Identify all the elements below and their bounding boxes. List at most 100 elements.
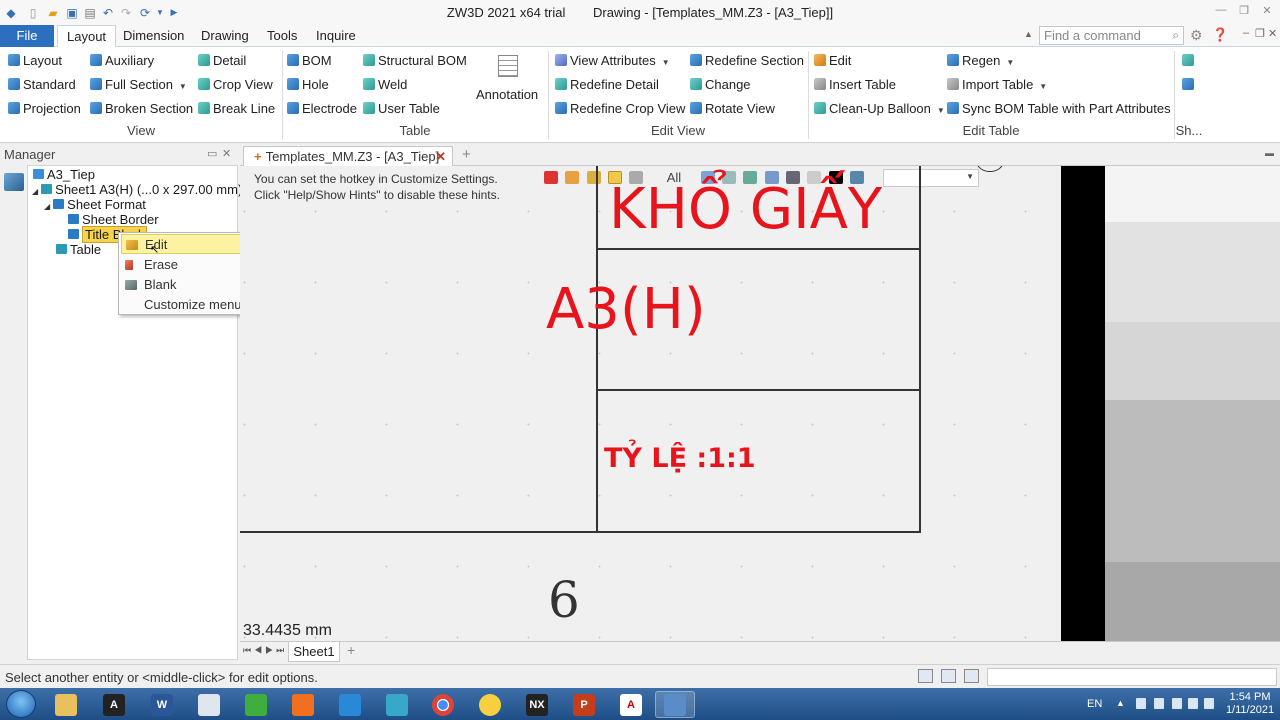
change-button[interactable]: Change <box>690 75 751 95</box>
minimize-icon[interactable]: — <box>1213 4 1229 20</box>
edit-table-button[interactable]: Edit <box>814 51 851 71</box>
redefine-detail-button[interactable]: Redefine Detail <box>555 75 659 95</box>
chevron-down-icon[interactable]: ▼ <box>179 82 187 91</box>
tray-app-icon[interactable] <box>1136 698 1146 709</box>
regen-button[interactable]: Regen ▼ <box>947 51 1014 71</box>
tree-node-table[interactable]: Table <box>56 242 101 257</box>
full-section-button[interactable]: Full Section ▼ <box>90 75 187 95</box>
taskbar-word[interactable]: W <box>142 691 182 718</box>
taskbar-orange-app[interactable] <box>283 691 323 718</box>
detail-button[interactable]: Detail <box>198 51 246 71</box>
close-panel-icon[interactable]: ✕ <box>222 147 231 160</box>
auxiliary-button[interactable]: Auxiliary <box>90 51 154 71</box>
context-menu-blank[interactable]: Blank <box>121 275 257 295</box>
expand-triangle-icon[interactable]: ◢ <box>44 202 50 211</box>
exit-icon[interactable] <box>544 171 558 184</box>
history-manager-icon[interactable] <box>4 173 24 191</box>
context-menu-erase[interactable]: Erase <box>121 255 257 275</box>
bom-button[interactable]: BOM <box>287 51 332 71</box>
tab-dimension[interactable]: Dimension <box>114 25 193 47</box>
sheet-tab-sheet1[interactable]: Sheet1 <box>288 642 340 662</box>
import-table-button[interactable]: Import Table ▼ <box>947 75 1047 95</box>
ribbon-minimize-icon[interactable]: – <box>1243 27 1249 39</box>
user-table-button[interactable]: User Table <box>363 99 440 119</box>
annotation-icon[interactable] <box>498 55 518 77</box>
taskbar-nx[interactable]: NX <box>517 691 557 718</box>
volume-icon[interactable] <box>1204 698 1214 709</box>
insert-table-button[interactable]: Insert Table <box>814 75 896 95</box>
tree-node-sheet-format[interactable]: ◢ Sheet Format <box>44 197 146 212</box>
ribbon-close-icon[interactable]: ✕ <box>1268 27 1277 40</box>
battery-icon[interactable] <box>1172 698 1182 709</box>
tree-node-a3-tiep[interactable]: A3_Tiep <box>33 167 95 182</box>
taskbar-teal-app[interactable] <box>377 691 417 718</box>
redefine-section-button[interactable]: Redefine Section <box>690 51 804 71</box>
brush-icon[interactable] <box>586 171 601 184</box>
search-icon[interactable]: ⌕ <box>1172 28 1179 43</box>
tray-app-icon[interactable] <box>1154 698 1164 709</box>
help-icon[interactable]: ❓ <box>1212 27 1228 43</box>
sheet-tool-2-button[interactable] <box>1182 75 1197 95</box>
tab-tools[interactable]: Tools <box>258 25 306 47</box>
electrode-button[interactable]: Electrode <box>287 99 357 119</box>
taskbar-autodesk[interactable]: A <box>94 691 134 718</box>
expand-triangle-icon[interactable]: ◢ <box>32 187 38 196</box>
document-tab[interactable]: + Templates_MM.Z3 - [A3_Tiep] ✕ <box>243 146 453 167</box>
tab-file[interactable]: File <box>0 25 54 47</box>
layout-button[interactable]: Layout <box>8 51 62 71</box>
chevron-down-icon[interactable]: ▼ <box>662 58 670 67</box>
taskbar-acrobat[interactable]: A <box>611 691 651 718</box>
taskbar-yellow-app[interactable] <box>470 691 510 718</box>
clean-up-balloon-button[interactable]: Clean-Up Balloon ▼ <box>814 99 945 119</box>
annotation-button[interactable]: Annotation <box>476 85 538 105</box>
command-search-input[interactable]: Find a command ⌕ <box>1039 26 1184 45</box>
tab-drawing[interactable]: Drawing <box>192 25 258 47</box>
tab-list-icon[interactable]: ▬ <box>1265 148 1274 158</box>
close-tab-icon[interactable]: ✕ <box>435 147 446 166</box>
taskbar-zw-app[interactable] <box>189 691 229 718</box>
ribbon-restore-icon[interactable]: ❐ <box>1255 27 1265 40</box>
sheet-tool-1-button[interactable] <box>1182 51 1197 71</box>
break-line-button[interactable]: Break Line <box>198 99 275 119</box>
weld-button[interactable]: Weld <box>363 75 407 95</box>
projection-button[interactable]: Projection <box>8 99 81 119</box>
collapse-ribbon-icon[interactable]: ▲ <box>1024 29 1033 39</box>
language-indicator[interactable]: EN <box>1087 698 1102 710</box>
pin-icon[interactable]: ▭ <box>207 147 217 160</box>
add-sheet-icon[interactable]: + <box>347 642 355 658</box>
context-menu-customize[interactable]: Customize menu <box>121 295 257 315</box>
tree-node-sheet-border[interactable]: Sheet Border <box>68 212 159 227</box>
tray-expand-icon[interactable]: ▲ <box>1116 698 1126 709</box>
tree-node-sheet1[interactable]: ◢ Sheet1 A3(H) (...0 x 297.00 mm) <box>32 182 242 197</box>
monitor-icon[interactable] <box>941 669 956 683</box>
display-mode-icon[interactable] <box>918 669 933 683</box>
layout-view-icon[interactable] <box>964 669 979 683</box>
taskbar-powerpoint[interactable]: P <box>564 691 604 718</box>
tab-inquire[interactable]: Inquire <box>307 25 365 47</box>
context-menu-edit[interactable]: Edit <box>121 234 257 254</box>
restore-icon[interactable]: ❐ <box>1236 4 1252 20</box>
start-button-icon[interactable] <box>6 690 36 718</box>
new-tab-icon[interactable]: + <box>462 146 471 163</box>
settings-gear-icon[interactable]: ⚙ <box>1190 27 1203 44</box>
crop-view-button[interactable]: Crop View <box>198 75 273 95</box>
taskbar-explorer[interactable] <box>46 691 86 718</box>
structural-bom-button[interactable]: Structural BOM <box>363 51 467 71</box>
broken-section-button[interactable]: Broken Section <box>90 99 193 119</box>
chevron-down-icon[interactable]: ▼ <box>1039 82 1047 91</box>
redefine-crop-view-button[interactable]: Redefine Crop View <box>555 99 685 119</box>
sync-bom-button[interactable]: Sync BOM Table with Part Attributes <box>947 99 1171 119</box>
hole-button[interactable]: Hole <box>287 75 329 95</box>
status-input-field[interactable] <box>987 668 1277 686</box>
drawing-canvas[interactable]: You can set the hotkey in Customize Sett… <box>240 166 1280 641</box>
taskbar-green-app[interactable] <box>236 691 276 718</box>
chevron-down-icon[interactable]: ▼ <box>937 106 945 115</box>
close-icon[interactable]: ✕ <box>1259 4 1275 20</box>
network-icon[interactable] <box>1188 698 1198 709</box>
layer-dropdown[interactable]: ▼ <box>883 169 979 187</box>
standard-button[interactable]: Standard <box>8 75 76 95</box>
clock[interactable]: 1:54 PM 1/11/2021 <box>1220 691 1280 717</box>
taskbar-blue-app[interactable] <box>330 691 370 718</box>
chevron-down-icon[interactable]: ▼ <box>966 172 974 181</box>
pick-icon[interactable] <box>565 171 580 184</box>
